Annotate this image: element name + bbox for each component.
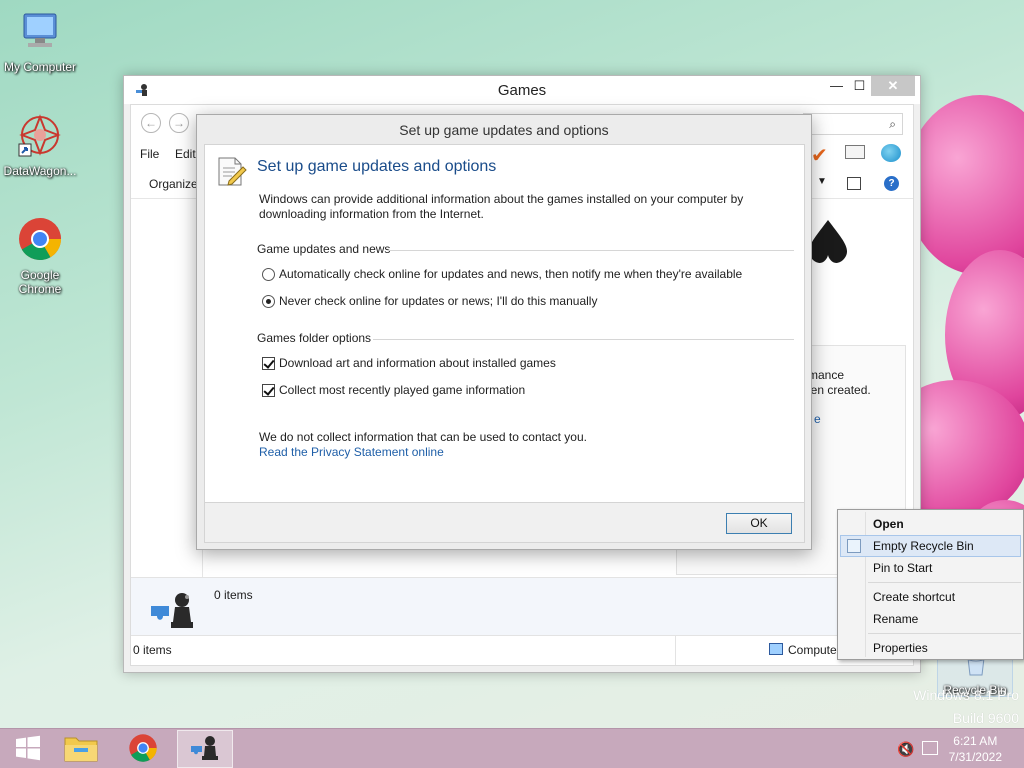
desktop-icon-google-chrome[interactable]: Google Chrome xyxy=(0,216,80,296)
checkbox-recent-games[interactable]: Collect most recently played game inform… xyxy=(262,383,525,397)
close-button[interactable]: ✕ xyxy=(871,76,915,96)
game-updates-dialog: Set up game updates and options Set up g… xyxy=(196,114,812,550)
help-icon[interactable]: ? xyxy=(884,176,899,191)
desktop-icon-label: My Computer xyxy=(3,60,77,74)
checkbox-recent-games-indicator[interactable] xyxy=(262,383,275,397)
desktop-icon-my-computer[interactable]: My Computer xyxy=(0,10,80,74)
watermark-edition: Windows 8.1 Pro xyxy=(913,687,1019,703)
dialog-description: Windows can provide additional informati… xyxy=(259,192,744,221)
checkbox-recent-games-label: Collect most recently played game inform… xyxy=(279,383,526,397)
menu-item-open[interactable]: Open xyxy=(840,513,1021,535)
watermark-build: Build 9600 xyxy=(952,710,1019,726)
checkbox-download-art-indicator[interactable] xyxy=(262,356,275,370)
search-input[interactable]: ⌕ xyxy=(803,113,903,135)
menu-item-label: Empty Recycle Bin xyxy=(873,539,974,553)
settings-document-icon xyxy=(215,155,247,190)
clock-date: 7/31/2022 xyxy=(948,750,1002,764)
clock-time: 6:21 AM xyxy=(953,734,998,748)
privacy-text: We do not collect information that can b… xyxy=(259,430,587,444)
view-dropdown-icon[interactable]: ▼ xyxy=(817,176,827,187)
minimize-button[interactable]: — xyxy=(825,76,848,96)
dialog-heading: Set up game updates and options xyxy=(257,158,497,175)
desktop-icon-label: DataWagon... xyxy=(3,164,77,178)
menu-item-rename[interactable]: Rename xyxy=(840,608,1021,630)
navigation-pane[interactable] xyxy=(131,199,203,577)
chrome-icon xyxy=(128,733,158,766)
dialog-content: Set up game updates and options Windows … xyxy=(204,144,805,503)
radio-auto-label: Automatically check online for updates a… xyxy=(279,267,743,281)
taskbar-file-explorer[interactable] xyxy=(53,730,109,768)
folder-icon xyxy=(64,734,98,765)
back-button[interactable]: ← xyxy=(141,113,161,133)
radio-never-indicator[interactable] xyxy=(262,294,275,308)
checkmark-icon[interactable]: ✔ xyxy=(811,143,828,168)
desktop-icon-label: Google Chrome xyxy=(18,268,62,296)
radio-auto-indicator[interactable] xyxy=(262,267,275,281)
computer-icon xyxy=(0,10,80,57)
dialog-titlebar[interactable]: Set up game updates and options xyxy=(197,115,811,144)
status-item-count: 0 items xyxy=(133,643,172,657)
menu-edit[interactable]: Edit xyxy=(175,147,196,161)
radio-never-label: Never check online for updates or news; … xyxy=(279,294,598,308)
organize-button[interactable]: Organize xyxy=(149,177,198,191)
network-icon[interactable] xyxy=(922,741,938,755)
checkbox-download-art-label: Download art and information about insta… xyxy=(279,356,556,370)
games-window-titlebar[interactable]: Games — ☐ ✕ xyxy=(124,76,920,104)
ok-button[interactable]: OK xyxy=(726,513,792,534)
menu-item-pin-to-start[interactable]: Pin to Start xyxy=(840,557,1021,579)
forward-button[interactable]: → xyxy=(169,113,189,133)
mail-icon[interactable] xyxy=(845,145,865,159)
search-icon: ⌕ xyxy=(889,117,896,131)
games-folder-icon xyxy=(149,588,199,635)
windows-logo-icon xyxy=(15,735,41,764)
details-item-count: 0 items xyxy=(214,588,253,602)
menu-item-empty-recycle-bin[interactable]: Empty Recycle Bin xyxy=(840,535,1021,557)
status-bar: 0 items Computer xyxy=(131,635,913,665)
windows-watermark: Windows 8.1 Pro Build 9600 xyxy=(913,687,1019,726)
taskbar-games[interactable] xyxy=(177,730,233,768)
games-icon xyxy=(189,734,221,765)
radio-never-check[interactable]: Never check online for updates or news; … xyxy=(262,294,597,308)
preview-pane-icon[interactable] xyxy=(847,177,861,190)
chrome-icon xyxy=(0,216,80,265)
menu-item-create-shortcut[interactable]: Create shortcut xyxy=(840,586,1021,608)
games-window-title: Games xyxy=(497,82,547,99)
group-divider xyxy=(388,250,794,251)
menu-file[interactable]: File xyxy=(140,147,159,161)
menu-separator xyxy=(868,582,1021,583)
datawagon-icon xyxy=(0,112,80,161)
start-button[interactable] xyxy=(0,730,56,768)
group-divider xyxy=(373,339,794,340)
recycle-bin-context-menu: Open Empty Recycle Bin Pin to Start Crea… xyxy=(837,509,1024,660)
taskbar: 🔇 6:21 AM 7/31/2022 xyxy=(0,728,1024,768)
privacy-link[interactable]: Read the Privacy Statement online xyxy=(259,445,444,459)
performance-link[interactable]: e xyxy=(814,412,821,426)
dialog-footer: OK xyxy=(204,503,805,543)
desktop-icon-datawagon[interactable]: DataWagon... xyxy=(0,112,80,178)
maximize-button[interactable]: ☐ xyxy=(848,76,871,96)
group-label-updates: Game updates and news xyxy=(257,242,391,256)
menu-separator xyxy=(868,633,1021,634)
computer-small-icon xyxy=(769,643,783,655)
checkbox-download-art[interactable]: Download art and information about insta… xyxy=(262,356,556,370)
volume-muted-icon[interactable]: 🔇 xyxy=(897,741,914,758)
performance-text-2: een created. xyxy=(804,383,871,397)
taskbar-clock[interactable]: 6:21 AM 7/31/2022 xyxy=(949,733,1002,765)
group-label-folder: Games folder options xyxy=(257,331,372,345)
recycle-bin-small-icon xyxy=(847,539,861,553)
details-pane: 0 items xyxy=(131,577,913,635)
games-online-icon[interactable] xyxy=(881,144,901,162)
radio-auto-check[interactable]: Automatically check online for updates a… xyxy=(262,267,742,281)
taskbar-chrome[interactable] xyxy=(115,730,171,768)
status-location: Computer xyxy=(788,643,841,657)
status-separator xyxy=(675,636,676,665)
menu-item-properties[interactable]: Properties xyxy=(840,637,1021,659)
